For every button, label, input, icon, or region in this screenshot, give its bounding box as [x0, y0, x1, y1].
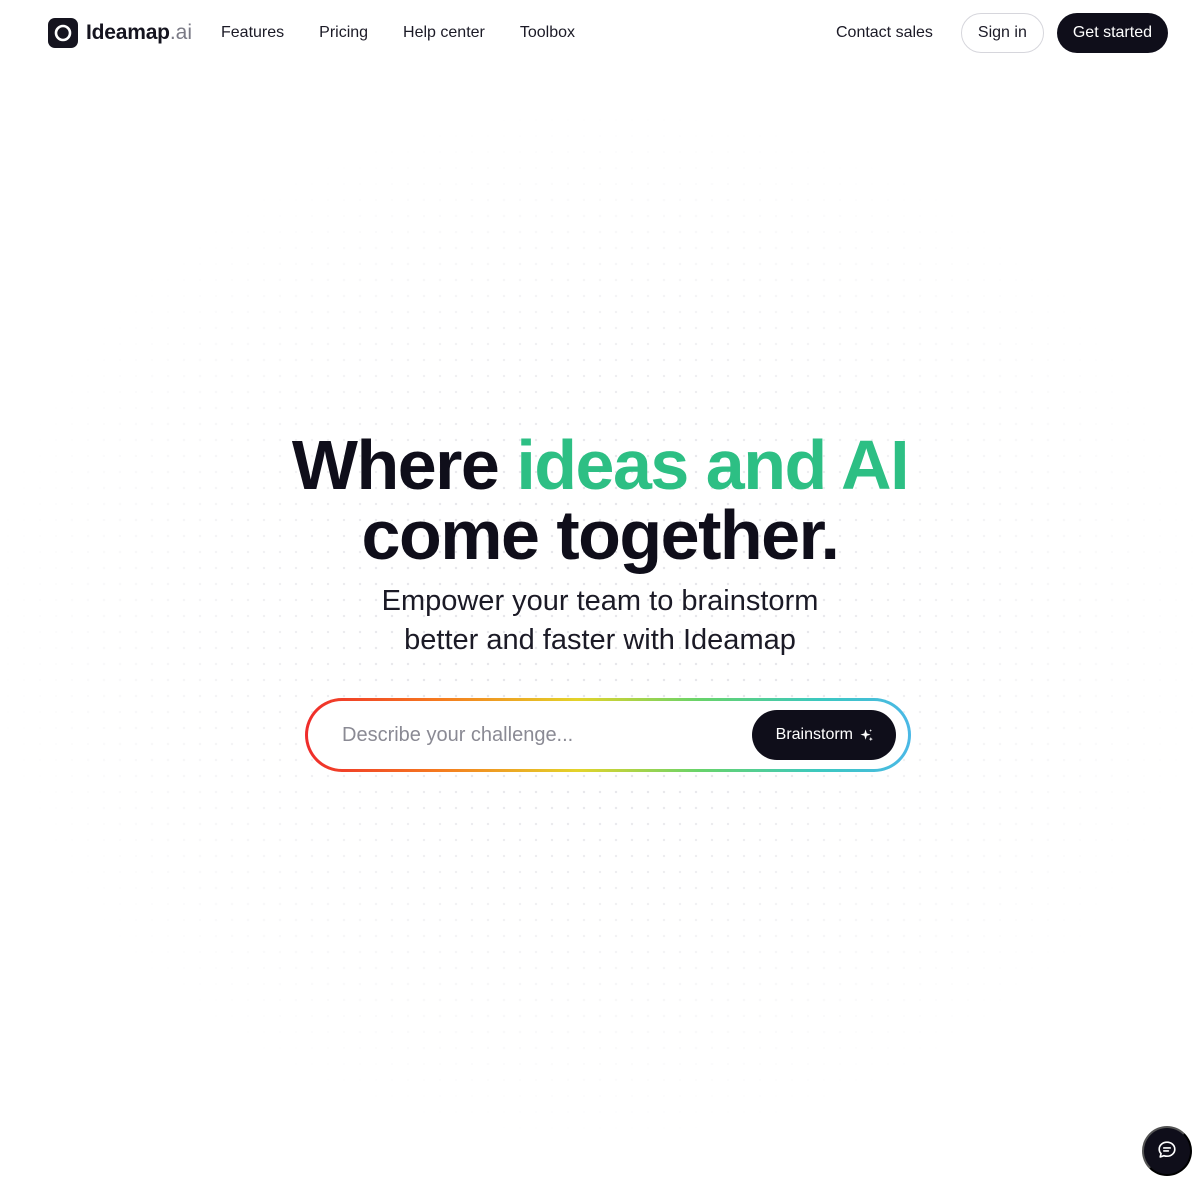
headline-accent: ideas and AI	[516, 426, 909, 504]
brainstorm-button[interactable]: Brainstorm	[751, 710, 896, 760]
contact-sales-link[interactable]: Contact sales	[836, 24, 933, 42]
brainstorm-button-label: Brainstorm	[775, 726, 853, 743]
chat-bubble-icon	[1156, 1139, 1178, 1164]
subtitle-line1: Empower your team to brainstorm	[381, 585, 819, 617]
chat-button[interactable]	[1142, 1126, 1192, 1176]
nav-link-toolbox[interactable]: Toolbox	[520, 24, 575, 42]
nav-link-features[interactable]: Features	[221, 24, 284, 42]
get-started-button[interactable]: Get started	[1056, 13, 1168, 53]
top-navigation: Ideamap .ai Features Pricing Help center …	[0, 0, 1200, 66]
challenge-input[interactable]	[342, 723, 752, 747]
headline-prefix: Where	[291, 426, 517, 504]
hero-subtitle: Empower your team to brainstorm better a…	[0, 582, 1200, 660]
primary-nav: Features Pricing Help center Toolbox	[221, 24, 610, 42]
sparkle-icon	[859, 728, 874, 743]
nav-link-help-center[interactable]: Help center	[403, 24, 485, 42]
challenge-search-box: Brainstorm	[305, 698, 911, 772]
brand-logo-link[interactable]: Ideamap .ai	[48, 18, 192, 48]
nav-actions: Contact sales Sign in Get started	[836, 13, 1168, 53]
brand-tld: .ai	[169, 21, 192, 44]
nav-link-pricing[interactable]: Pricing	[319, 24, 368, 42]
hero-headline: Where ideas and AI come together.	[0, 430, 1200, 570]
sign-in-button[interactable]: Sign in	[960, 13, 1044, 53]
subtitle-line2: better and faster with Ideamap	[404, 624, 796, 656]
headline-line2: come together.	[361, 496, 840, 574]
brand-name: Ideamap	[86, 21, 170, 44]
challenge-search-inner: Brainstorm	[308, 701, 908, 769]
landing-page: Ideamap .ai Features Pricing Help center …	[0, 0, 1200, 1200]
ring-logo-icon	[48, 18, 78, 48]
hero-section: Where ideas and AI come together. Empowe…	[0, 430, 1200, 660]
